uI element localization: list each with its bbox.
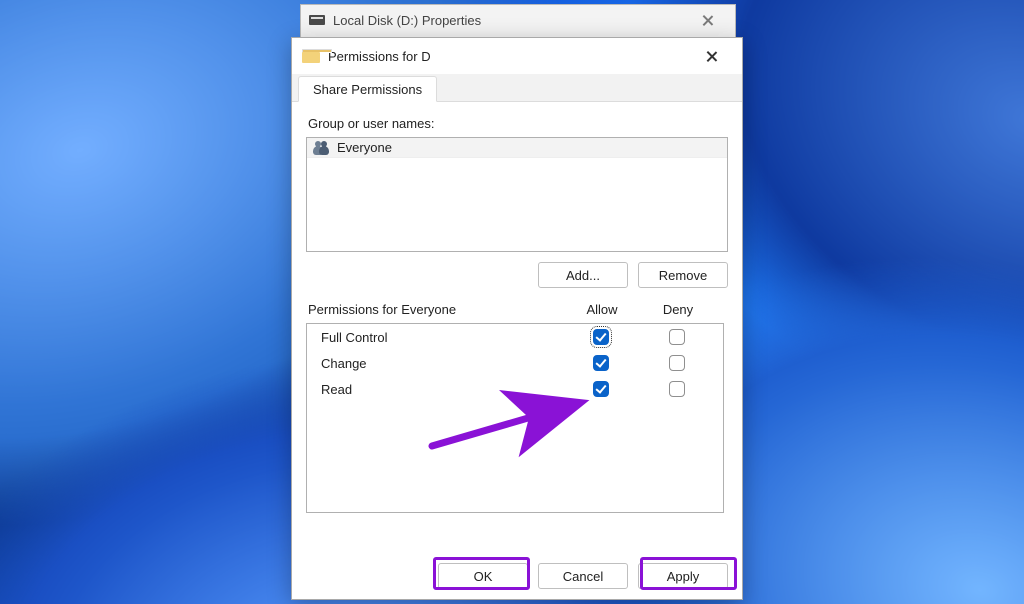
- properties-title: Local Disk (D:) Properties: [333, 13, 481, 28]
- permission-row: Read: [307, 376, 723, 402]
- permission-row: Full Control: [307, 324, 723, 350]
- deny-full-control-checkbox[interactable]: [669, 329, 685, 345]
- ok-button-label: OK: [474, 569, 493, 584]
- folder-icon: [302, 49, 320, 63]
- permissions-dialog: Permissions for D Share Permissions Grou…: [291, 37, 743, 600]
- permission-name: Read: [321, 382, 563, 397]
- permissions-close-button[interactable]: [690, 41, 732, 71]
- add-button[interactable]: Add...: [538, 262, 628, 288]
- properties-titlebar[interactable]: Local Disk (D:) Properties: [301, 5, 735, 35]
- deny-change-checkbox[interactable]: [669, 355, 685, 371]
- close-icon: [706, 51, 717, 62]
- permissions-titlebar[interactable]: Permissions for D: [292, 38, 742, 74]
- tab-strip: Share Permissions: [292, 74, 742, 102]
- properties-close-button[interactable]: [687, 6, 727, 34]
- user-name: Everyone: [337, 140, 392, 155]
- deny-read-checkbox[interactable]: [669, 381, 685, 397]
- user-row-everyone[interactable]: Everyone: [307, 138, 727, 158]
- ok-button[interactable]: OK: [438, 563, 528, 589]
- cancel-button-label: Cancel: [563, 569, 603, 584]
- permission-name: Full Control: [321, 330, 563, 345]
- group-user-label: Group or user names:: [308, 116, 726, 131]
- users-icon: [313, 141, 331, 155]
- close-icon: [702, 15, 713, 26]
- tab-share-permissions[interactable]: Share Permissions: [298, 76, 437, 102]
- apply-button[interactable]: Apply: [638, 563, 728, 589]
- disk-icon: [309, 15, 325, 25]
- permission-row: Change: [307, 350, 723, 376]
- permissions-title: Permissions for D: [328, 49, 431, 64]
- allow-full-control-checkbox[interactable]: [593, 329, 609, 345]
- user-listbox[interactable]: Everyone: [306, 137, 728, 252]
- permissions-grid: Permissions for Everyone Allow Deny Full…: [306, 302, 728, 513]
- add-button-label: Add...: [566, 268, 600, 283]
- remove-button[interactable]: Remove: [638, 262, 728, 288]
- allow-change-checkbox[interactable]: [593, 355, 609, 371]
- permissions-for-label: Permissions for Everyone: [308, 302, 564, 317]
- remove-button-label: Remove: [659, 268, 707, 283]
- column-allow: Allow: [564, 302, 640, 317]
- column-deny: Deny: [640, 302, 716, 317]
- cancel-button[interactable]: Cancel: [538, 563, 628, 589]
- tab-label: Share Permissions: [313, 82, 422, 97]
- allow-read-checkbox[interactable]: [593, 381, 609, 397]
- permission-name: Change: [321, 356, 563, 371]
- apply-button-label: Apply: [667, 569, 700, 584]
